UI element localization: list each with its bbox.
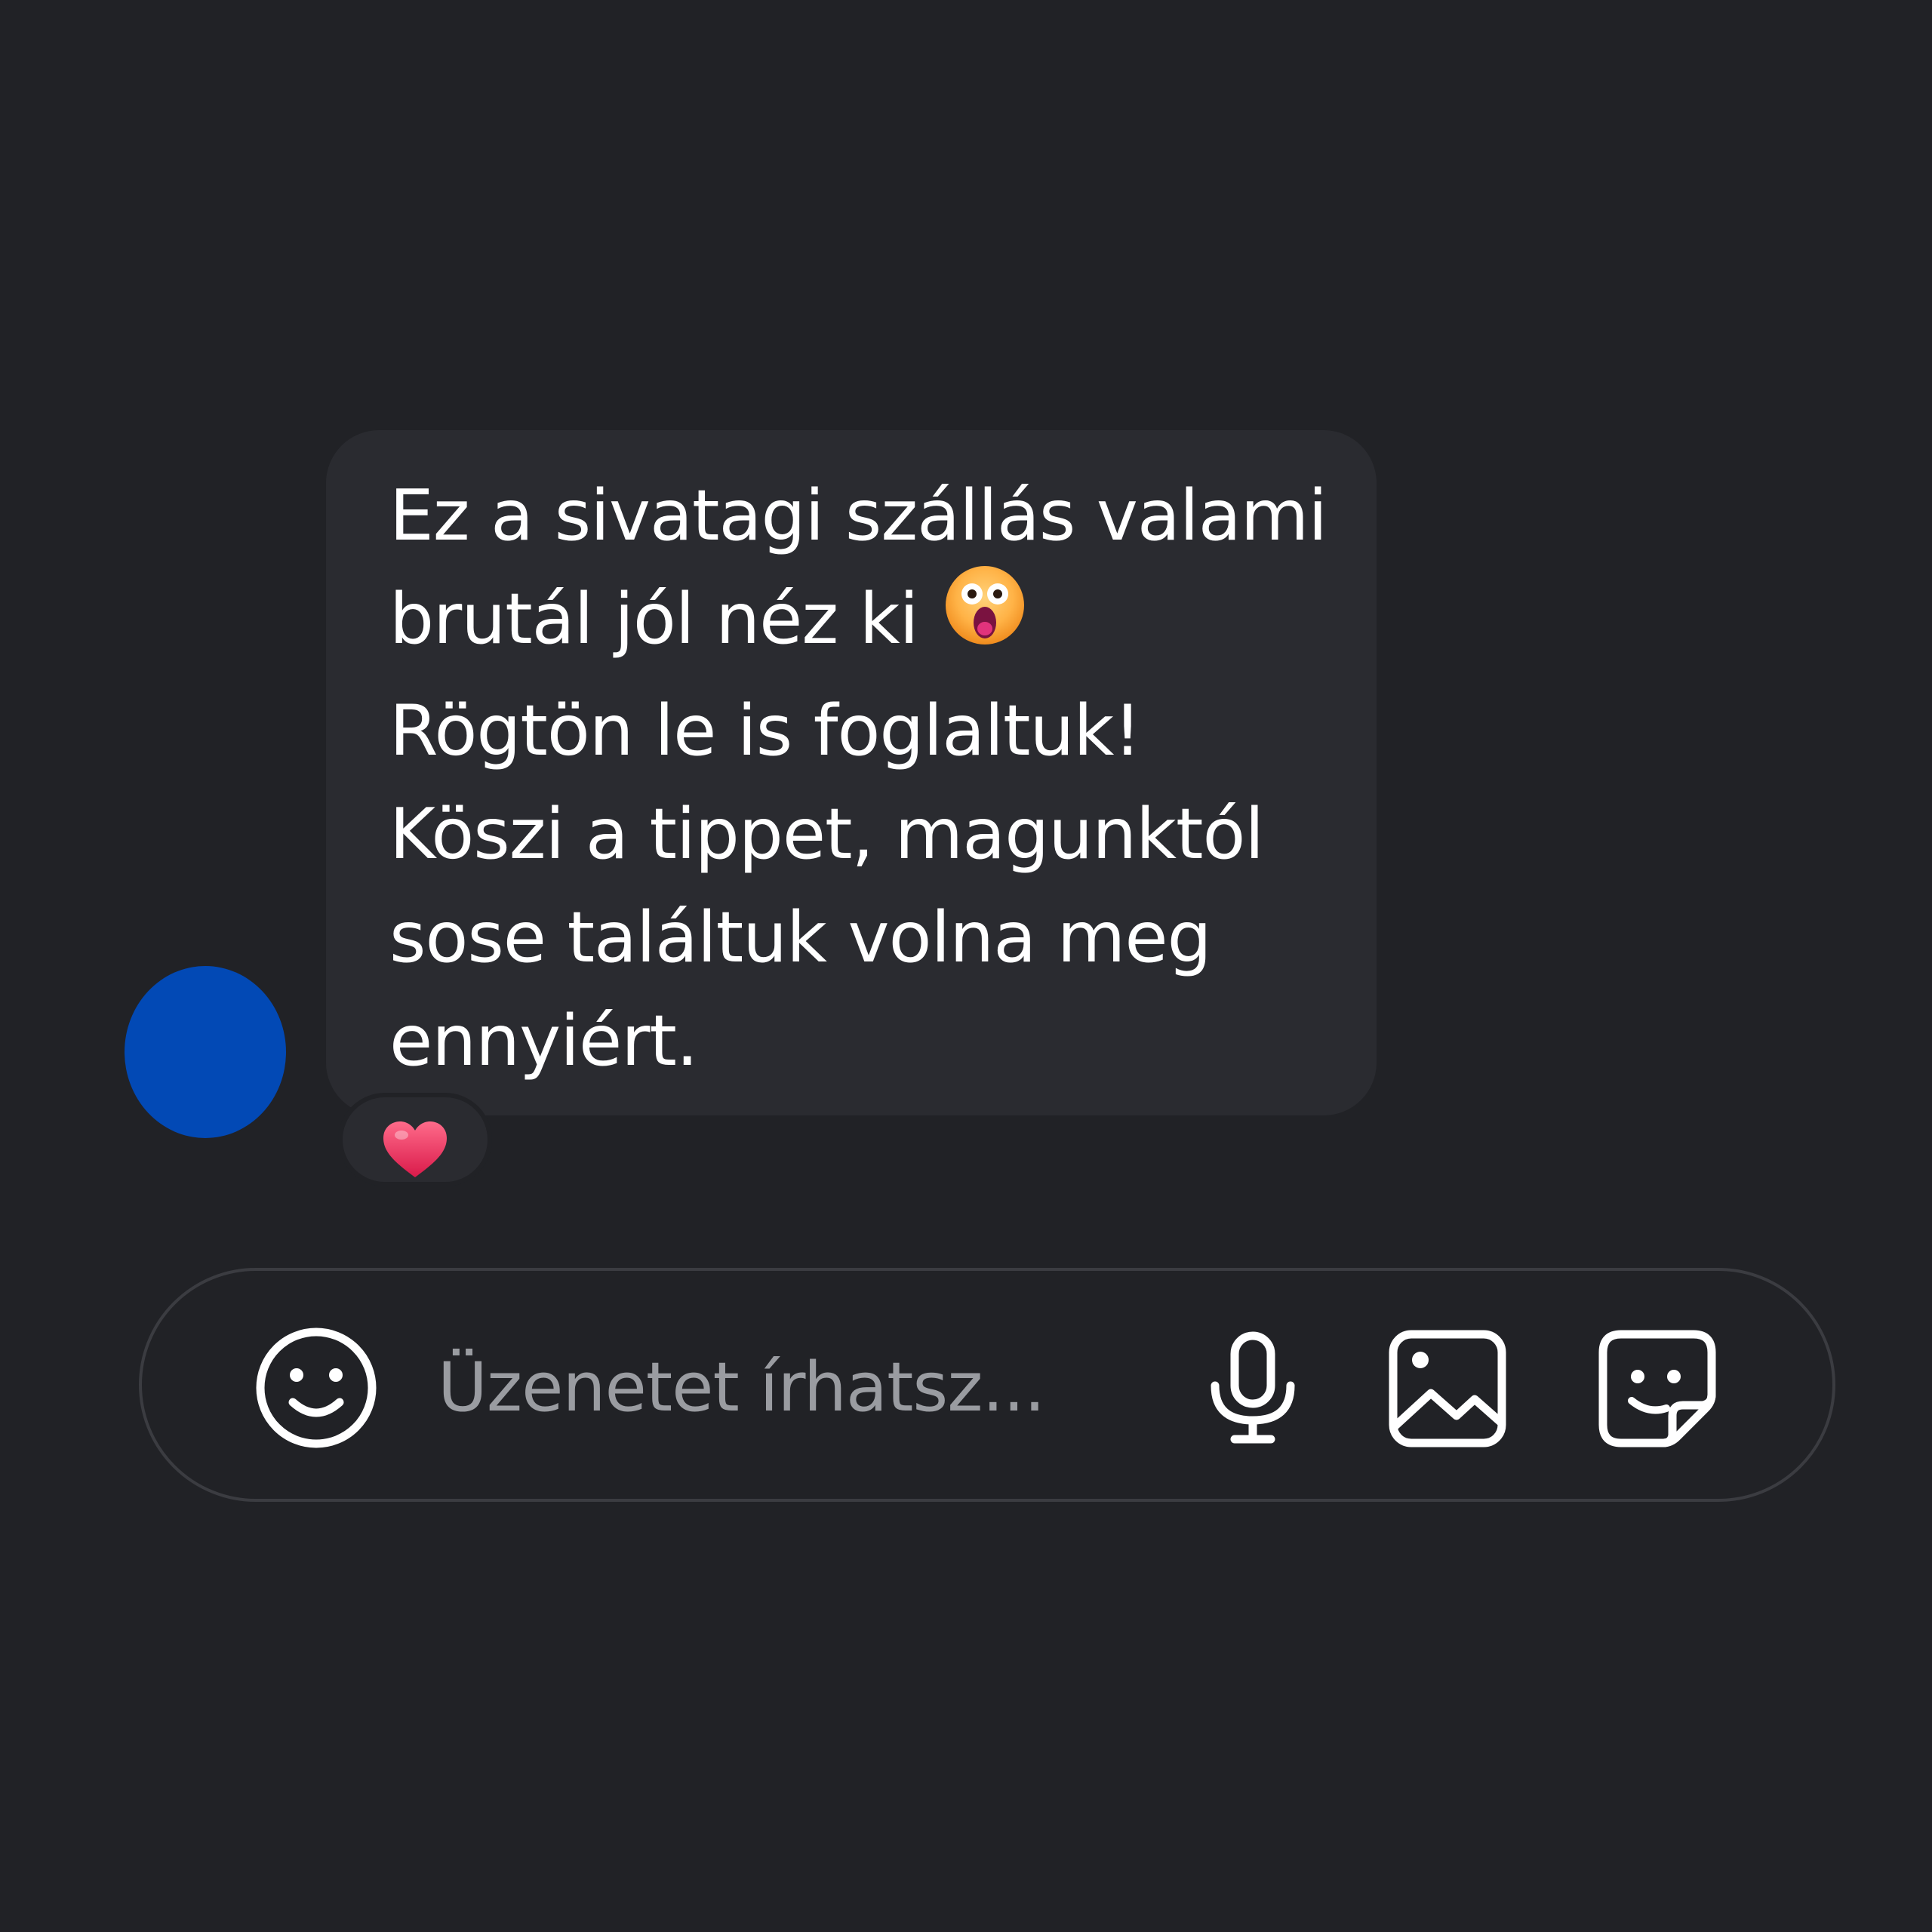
shocked-face-emoji-icon	[943, 564, 1026, 675]
heart-reaction-icon	[383, 1121, 447, 1177]
sticker-icon[interactable]	[1598, 1330, 1716, 1447]
avatar[interactable]	[125, 966, 286, 1138]
message-line: Köszi a tippet, magunktól	[389, 793, 1264, 875]
smiley-icon[interactable]	[255, 1327, 377, 1449]
message-line: Ez a sivatagi szállás valami	[389, 475, 1327, 556]
image-icon[interactable]	[1389, 1330, 1506, 1447]
microphone-icon[interactable]	[1206, 1331, 1300, 1444]
message-reaction[interactable]	[338, 1093, 492, 1186]
message-bubble[interactable]: Ez a sivatagi szállás valami brutál jól …	[326, 430, 1377, 1115]
message-line: ennyiért.	[389, 1000, 698, 1082]
message-line-with-emoji: brutál jól néz ki	[389, 566, 1331, 679]
message-line: Rögtön le is foglaltuk!	[389, 690, 1142, 772]
message-input[interactable]: Üzenetet írhatsz...	[438, 1350, 1045, 1426]
message-composer[interactable]: Üzenetet írhatsz...	[139, 1268, 1835, 1502]
message-line: sose találtuk volna meg	[389, 897, 1212, 979]
message-line-text: brutál jól néz ki	[389, 578, 918, 660]
